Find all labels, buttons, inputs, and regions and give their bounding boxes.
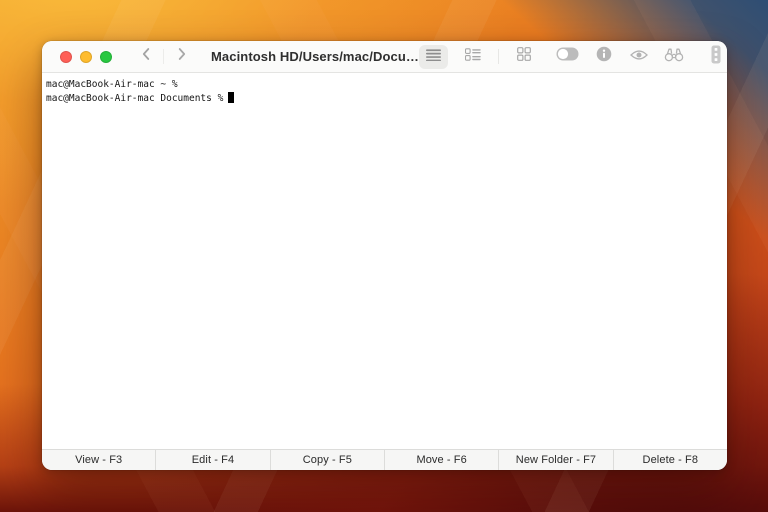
- file-manager-window: Macintosh HD/Users/mac/Docu… mac@MacBook…: [42, 41, 727, 470]
- toolbar: [418, 44, 727, 69]
- chevron-left-icon: [141, 47, 152, 66]
- terminal-prompt-text: mac@MacBook-Air-mac Documents %: [46, 93, 224, 104]
- terminal-prompt-line: mac@MacBook-Air-mac Documents %: [46, 92, 723, 106]
- traffic-lights: [60, 50, 112, 63]
- grid-view-button[interactable]: [514, 45, 534, 69]
- edit-f4-button[interactable]: Edit - F4: [156, 450, 271, 470]
- chevron-right-icon: [176, 47, 187, 66]
- terminal-cursor: [228, 92, 235, 103]
- toolbar-divider: [497, 49, 499, 64]
- terminal-line: mac@MacBook-Air-mac ~ %: [46, 79, 178, 90]
- toggle-switch-icon: [556, 47, 579, 66]
- view-f3-button[interactable]: View - F3: [42, 450, 157, 470]
- desktop-wallpaper: Macintosh HD/Users/mac/Docu… mac@MacBook…: [0, 0, 768, 512]
- list-view-button[interactable]: [418, 44, 448, 69]
- terminal-pane[interactable]: mac@MacBook-Air-mac ~ % mac@MacBook-Air-…: [42, 73, 727, 449]
- detailed-list-view-icon: [464, 47, 481, 66]
- hidden-files-toggle[interactable]: [556, 45, 579, 69]
- function-key-bar: View - F3 Edit - F4 Copy - F5 Move - F6 …: [42, 449, 727, 470]
- move-f6-button[interactable]: Move - F6: [385, 450, 500, 470]
- binoculars-search-icon: [664, 47, 684, 67]
- path-title[interactable]: Macintosh HD/Users/mac/Docu…: [211, 49, 419, 64]
- title-bar: Macintosh HD/Users/mac/Docu…: [42, 41, 727, 73]
- info-icon: [596, 46, 612, 67]
- close-button[interactable]: [60, 50, 72, 63]
- info-button[interactable]: [594, 45, 614, 69]
- back-button[interactable]: [138, 47, 154, 67]
- new-folder-f7-button[interactable]: New Folder - F7: [499, 450, 614, 470]
- detailed-list-view-button[interactable]: [463, 45, 483, 69]
- navigation-controls: [138, 47, 189, 67]
- nav-divider: [163, 49, 164, 64]
- eye-preview-icon: [630, 48, 648, 66]
- copy-f5-button[interactable]: Copy - F5: [271, 450, 385, 470]
- search-button[interactable]: [664, 45, 684, 69]
- zoom-button[interactable]: [100, 50, 112, 63]
- film-strip-icon: [710, 45, 722, 69]
- grid-view-icon: [517, 47, 531, 66]
- preview-button[interactable]: [629, 45, 649, 69]
- file-operations-button[interactable]: [706, 45, 726, 69]
- forward-button[interactable]: [173, 47, 189, 67]
- minimize-button[interactable]: [80, 50, 92, 63]
- list-view-icon: [425, 48, 441, 66]
- delete-f8-button[interactable]: Delete - F8: [614, 450, 727, 470]
